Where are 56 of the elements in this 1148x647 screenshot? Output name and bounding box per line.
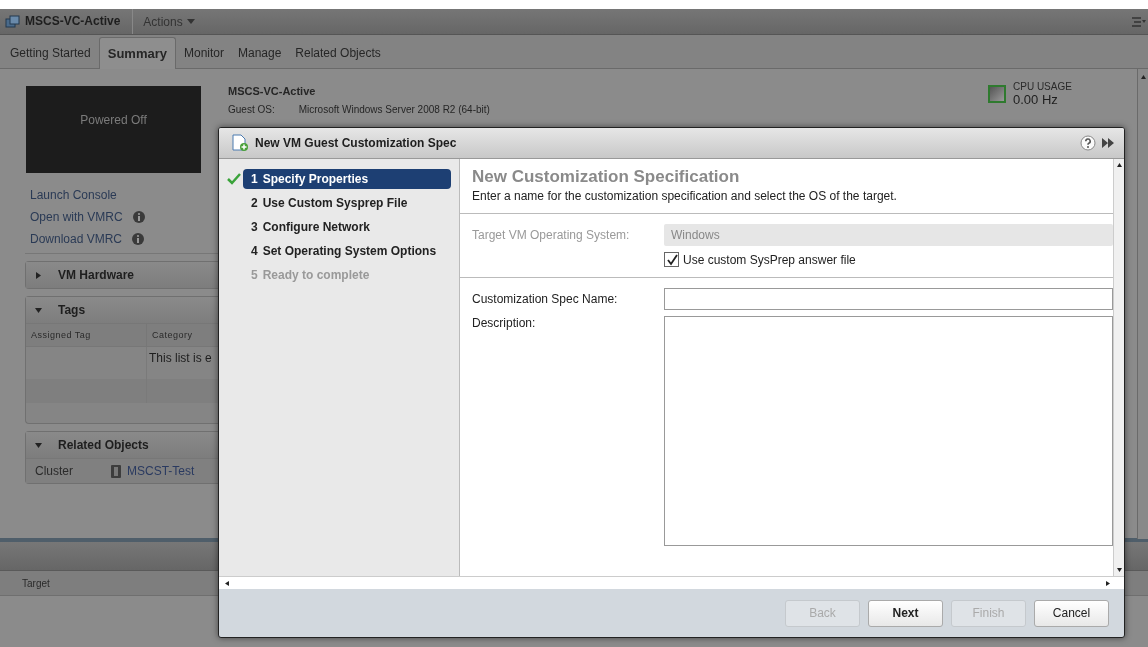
menu-icon[interactable] [1132,16,1146,27]
console-link[interactable]: Download VMRC [30,232,123,246]
panel-header[interactable]: Tags [26,297,218,323]
object-type: Cluster [34,464,74,478]
info-icon[interactable] [132,211,145,223]
tab[interactable]: Getting Started [4,38,97,68]
cluster-link[interactable]: MSCST-Test [127,464,195,478]
vm-icon [5,14,21,29]
vm-name: MSCS-VC-Active [228,85,317,97]
description-field[interactable] [664,316,1113,546]
help-icon[interactable] [1080,135,1096,151]
guest-os-value: Microsoft Windows Server 2008 R2 (64-bit) [298,104,490,115]
tab[interactable]: Monitor [177,38,230,68]
console-link[interactable]: Open with VMRC [30,210,123,224]
actions-menu[interactable]: Actions [133,14,205,29]
cluster-icon [111,464,121,478]
cpu-value: 0.00 Hz [1013,92,1059,107]
caret-icon [186,19,195,24]
os-select[interactable]: Windows [664,224,1113,246]
spec-name-label: Customization Spec Name: [472,292,619,306]
page-heading: New Customization Specification [472,167,741,187]
wizard-step[interactable]: 2 Use Custom Sysprep File [243,193,451,213]
spec-name-field[interactable] [664,288,1113,310]
dialog-title: New VM Guest Customization Spec [255,136,457,150]
tab[interactable]: Related Objects [289,38,387,68]
cpu-icon [988,85,1006,103]
wizard-button[interactable]: Cancel [1034,599,1109,627]
os-label: Target VM Operating System: [472,228,631,242]
fast-forward-icon[interactable] [1102,138,1114,148]
wizard-button[interactable]: Next [868,599,943,627]
wizard-step[interactable]: 3 Configure Network [243,217,451,237]
scroll-right-icon[interactable] [1106,580,1110,586]
info-icon[interactable] [132,233,145,245]
new-document-icon [231,134,249,152]
panel-header[interactable]: Related Objects [26,432,218,458]
tab[interactable]: Summary [98,37,176,69]
scroll-left-icon[interactable] [225,580,229,586]
column-header: Target [22,577,50,589]
console-preview[interactable]: Powered Off [26,86,201,173]
tab[interactable]: Manage [232,38,288,68]
guest-os-label: Guest OS: [228,104,275,115]
column-header: Assigned Tag [26,323,146,347]
panel-header[interactable]: VM Hardware [26,262,218,288]
check-icon [665,253,678,266]
object-title: MSCS-VC-Active [25,9,134,34]
power-state: Powered Off [80,113,147,129]
scrollbar[interactable] [1137,69,1148,539]
scroll-up-icon[interactable] [1116,163,1122,167]
wizard-step[interactable]: 4 Set Operating System Options [243,241,451,261]
cpu-label: CPU USAGE [1013,81,1072,92]
sysprep-checkbox[interactable]: Use custom SysPrep answer file [664,252,856,267]
description-label: Description: [472,316,537,330]
console-link[interactable]: Launch Console [30,188,117,202]
column-header: Category [146,323,218,347]
wizard-step[interactable]: 1 Specify Properties [243,169,451,189]
page-description: Enter a name for the customization specification and select the OS of the target. [472,189,898,203]
